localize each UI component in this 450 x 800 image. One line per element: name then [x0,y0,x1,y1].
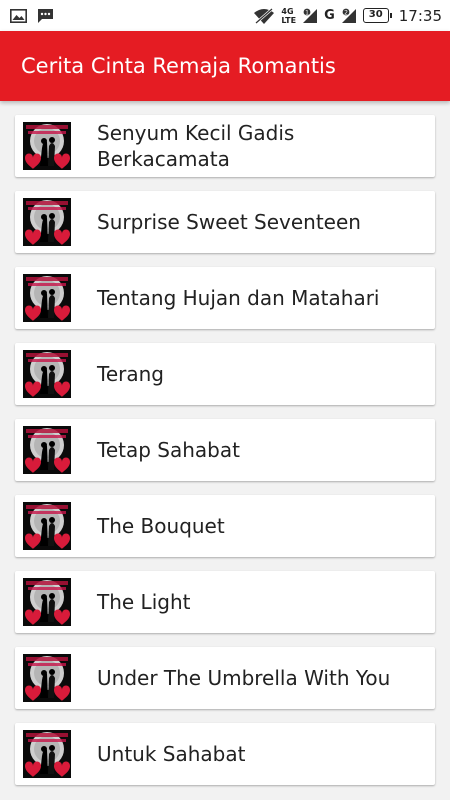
story-thumbnail [23,198,71,246]
story-thumbnail [23,730,71,778]
story-title: Senyum Kecil Gadis Berkacamata [97,121,295,171]
message-notification-icon [37,8,54,24]
story-thumbnail [23,274,71,322]
network-4g-label: 4G [281,6,294,16]
story-list-item[interactable]: The Bouquet [15,495,435,557]
story-list-item[interactable]: Tentang Hujan dan Matahari [15,267,435,329]
svg-text:2: 2 [344,9,348,16]
network-type-label: 4G LTE [281,7,296,25]
story-thumbnail [23,350,71,398]
story-thumbnail [23,122,71,170]
app-bar: Cerita Cinta Remaja Romantis [0,31,450,101]
status-bar: 4G LTE 1 G 2 30 17:35 [0,0,450,31]
story-thumbnail [23,654,71,702]
story-thumbnail [23,426,71,474]
story-list-item[interactable]: Under The Umbrella With You [15,647,435,709]
story-list-item[interactable]: Untuk Sahabat [15,723,435,785]
signal-sim2-icon: 2 [341,8,357,24]
clock: 17:35 [398,6,442,25]
story-title: The Bouquet [97,514,225,538]
story-list-item[interactable]: Terang [15,343,435,405]
story-list-item[interactable]: Tetap Sahabat [15,419,435,481]
wifi-off-icon [253,7,275,25]
story-title: Tentang Hujan dan Matahari [97,286,380,310]
story-title: Surprise Sweet Seventeen [97,210,361,234]
svg-text:1: 1 [305,9,309,16]
carrier-letter: G [324,8,335,23]
story-title: Tetap Sahabat [97,438,240,462]
story-list-item[interactable]: The Light [15,571,435,633]
story-list-item[interactable]: Surprise Sweet Seventeen [15,191,435,253]
story-list[interactable]: Senyum Kecil Gadis Berkacamata Surprise … [0,101,450,800]
battery-icon: 30 [362,8,392,23]
story-title: The Light [97,590,191,614]
story-title: Terang [97,362,164,386]
story-title: Untuk Sahabat [97,742,246,766]
story-thumbnail [23,502,71,550]
page-title: Cerita Cinta Remaja Romantis [21,54,336,78]
battery-level: 30 [368,9,383,20]
network-lte-label: LTE [281,15,297,25]
story-title: Under The Umbrella With You [97,666,391,690]
signal-sim1-icon: 1 [302,8,318,24]
story-thumbnail [23,578,71,626]
story-list-item[interactable]: Senyum Kecil Gadis Berkacamata [15,115,435,177]
gallery-notification-icon [10,8,27,23]
